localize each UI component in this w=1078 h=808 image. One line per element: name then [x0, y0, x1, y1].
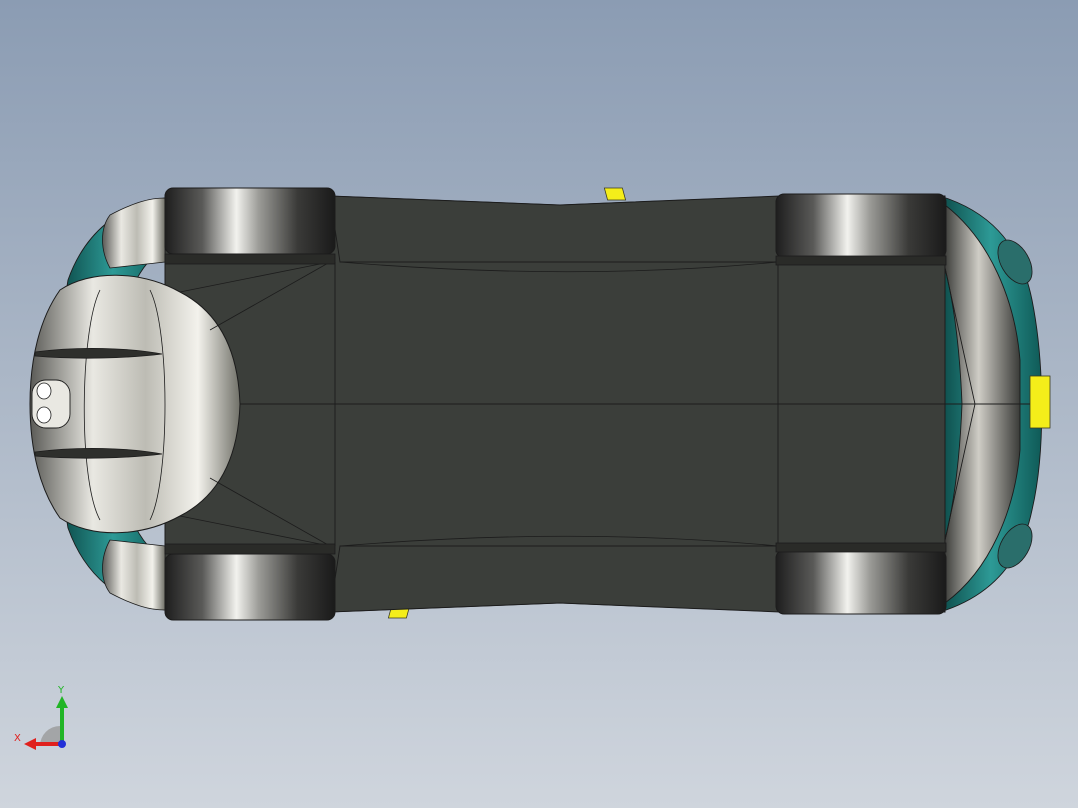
wheel-front-top	[775, 193, 947, 266]
y-axis-label: Y	[58, 685, 65, 696]
exhaust-pipe-top	[36, 382, 52, 400]
wheel-rear-bottom	[164, 543, 336, 621]
x-axis-arrowhead	[24, 738, 36, 750]
model-view[interactable]	[0, 0, 1078, 808]
x-axis-label: X	[14, 733, 21, 744]
exhaust-pipe-bottom	[36, 406, 52, 424]
y-axis-arrowhead	[56, 696, 68, 708]
mirror-top	[603, 187, 627, 201]
z-axis-dot	[58, 740, 66, 748]
wheel-rear-top	[164, 187, 336, 265]
wheel-front-bottom	[775, 542, 947, 615]
front-plate	[1029, 375, 1051, 429]
axis-triad-graphic	[24, 696, 68, 750]
axis-triad[interactable]: Y X	[12, 686, 76, 752]
cad-viewport[interactable]: Y X	[0, 0, 1078, 808]
